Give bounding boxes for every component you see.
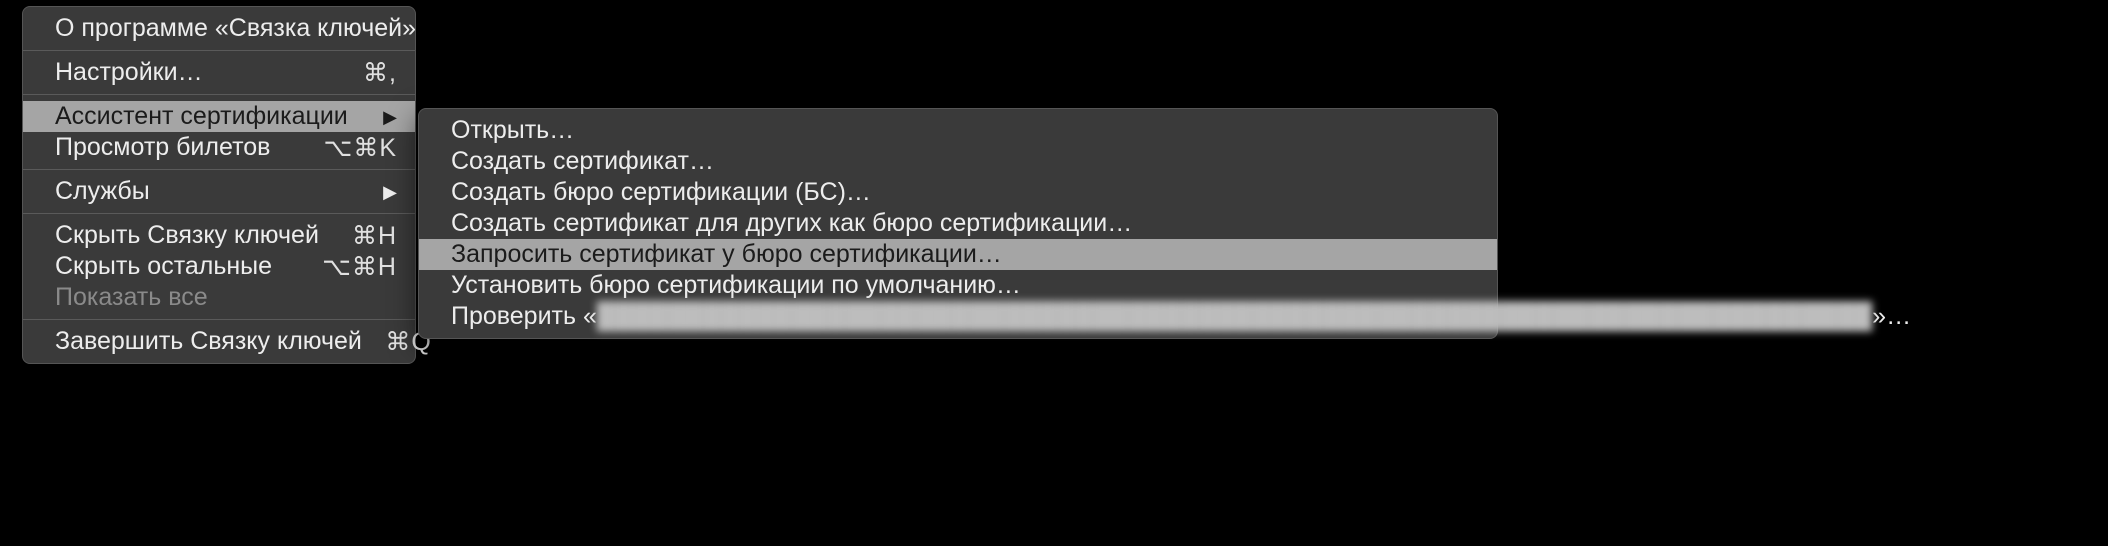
menu-item-label: Создать бюро сертификации (БС)…: [451, 178, 1479, 207]
menu-item-about[interactable]: О программе «Связка ключей»: [23, 13, 415, 44]
menu-shortcut: ⌥⌘H: [322, 252, 397, 282]
menu-item-label: Ассистент сертификации: [55, 102, 375, 131]
menu-item-label: О программе «Связка ключей»: [55, 14, 416, 43]
submenu-arrow-icon: ▶: [383, 108, 397, 126]
cert-assistant-submenu: Открыть… Создать сертификат… Создать бюр…: [418, 108, 1498, 339]
app-menu: О программе «Связка ключей» Настройки… ⌘…: [22, 6, 416, 364]
menu-separator: [23, 50, 415, 51]
menu-item-hide[interactable]: Скрыть Связку ключей ⌘H: [23, 220, 415, 251]
menu-item-label: Установить бюро сертификации по умолчани…: [451, 271, 1479, 300]
menu-item-label: Службы: [55, 177, 375, 206]
menu-item-quit[interactable]: Завершить Связку ключей ⌘Q: [23, 326, 415, 357]
evaluate-prefix: Проверить «: [451, 302, 597, 330]
menu-separator: [23, 169, 415, 170]
menu-shortcut: ⌘H: [327, 221, 397, 251]
menu-item-cert-assistant[interactable]: Ассистент сертификации ▶: [23, 101, 415, 132]
submenu-item-open[interactable]: Открыть…: [419, 115, 1497, 146]
menu-item-label: Создать сертификат для других как бюро с…: [451, 209, 1479, 238]
menu-item-ticket-viewer[interactable]: Просмотр билетов ⌥⌘K: [23, 132, 415, 163]
submenu-item-create-cert-others[interactable]: Создать сертификат для других как бюро с…: [419, 208, 1497, 239]
menu-separator: [23, 213, 415, 214]
menu-item-label: Запросить сертификат у бюро сертификации…: [451, 240, 1479, 269]
menu-item-label: Открыть…: [451, 116, 1479, 145]
menu-shortcut: ⌘,: [327, 58, 397, 88]
menu-item-preferences[interactable]: Настройки… ⌘,: [23, 57, 415, 88]
submenu-item-create-cert[interactable]: Создать сертификат…: [419, 146, 1497, 177]
menu-item-label: Показать все: [55, 283, 397, 312]
menu-item-services[interactable]: Службы ▶: [23, 176, 415, 207]
menu-item-label: Проверить «█████████████████████████████…: [451, 302, 1911, 331]
menu-item-label: Настройки…: [55, 58, 327, 87]
evaluate-suffix: »…: [1872, 302, 1911, 330]
submenu-item-create-ca[interactable]: Создать бюро сертификации (БС)…: [419, 177, 1497, 208]
menu-item-label: Скрыть остальные: [55, 252, 322, 281]
submenu-item-set-default-ca[interactable]: Установить бюро сертификации по умолчани…: [419, 270, 1497, 301]
menu-separator: [23, 319, 415, 320]
menu-separator: [23, 94, 415, 95]
evaluate-redacted: ████████████████████████████████████████…: [597, 302, 1872, 331]
submenu-arrow-icon: ▶: [383, 183, 397, 201]
submenu-item-request-cert[interactable]: Запросить сертификат у бюро сертификации…: [419, 239, 1497, 270]
menu-item-label: Скрыть Связку ключей: [55, 221, 327, 250]
menu-item-label: Просмотр билетов: [55, 133, 324, 162]
menu-shortcut: ⌥⌘K: [324, 133, 397, 163]
menu-item-label: Завершить Связку ключей: [55, 327, 362, 356]
menu-item-label: Создать сертификат…: [451, 147, 1479, 176]
menu-item-hide-others[interactable]: Скрыть остальные ⌥⌘H: [23, 251, 415, 282]
menu-item-show-all: Показать все: [23, 282, 415, 313]
submenu-item-evaluate[interactable]: Проверить «█████████████████████████████…: [419, 301, 1497, 332]
